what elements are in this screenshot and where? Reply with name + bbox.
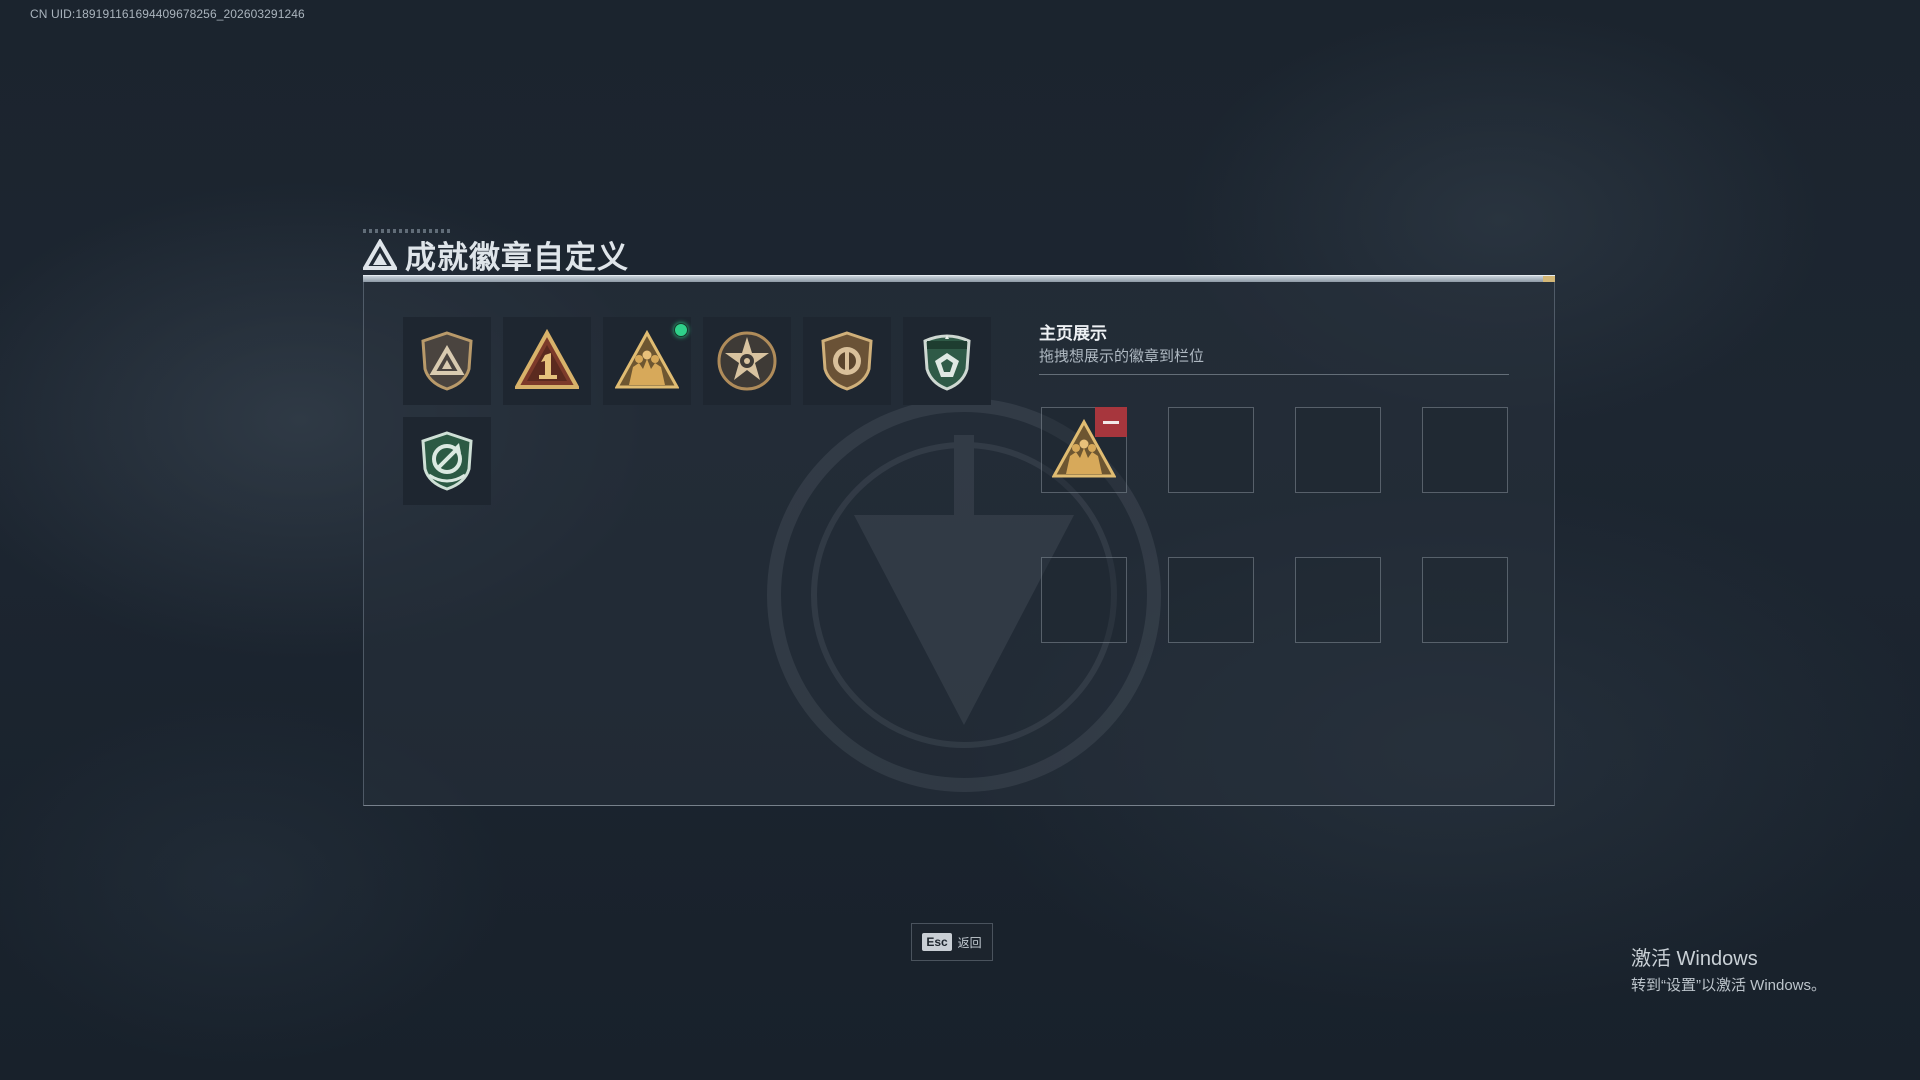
- badge-item[interactable]: [903, 317, 991, 405]
- activation-title: 激活 Windows: [1631, 948, 1758, 970]
- owned-badges-grid: [403, 317, 991, 505]
- showcase-slot-3[interactable]: [1295, 407, 1381, 493]
- panel-top-bar: [363, 275, 1555, 282]
- badge-item[interactable]: [603, 317, 691, 405]
- showcase-slot-4[interactable]: [1422, 407, 1508, 493]
- page-header: 成就徽章自定义: [363, 232, 629, 277]
- back-button[interactable]: Esc 返回: [911, 923, 993, 961]
- uid-label: CN UID:189191161694409678256_20260329124…: [30, 7, 305, 21]
- badge-customization-panel: 主页展示 拖拽想展示的徽章到栏位: [363, 275, 1555, 806]
- badge-item[interactable]: [503, 317, 591, 405]
- showcase-slots-grid: [1041, 407, 1508, 643]
- esc-key-icon: Esc: [922, 933, 952, 951]
- squad-triangle-badge-icon: [615, 329, 679, 389]
- back-label: 返回: [957, 935, 982, 950]
- badge-item[interactable]: [403, 317, 491, 405]
- triangle-shield-badge-icon: [421, 331, 473, 391]
- remove-badge-button[interactable]: [1095, 407, 1127, 437]
- green-cycle-shield-badge-icon: [421, 431, 473, 491]
- badge-item[interactable]: [703, 317, 791, 405]
- divider: [1039, 374, 1509, 375]
- selected-indicator: [674, 323, 688, 337]
- green-crest-badge-icon: [923, 334, 971, 391]
- showcase-subtitle: 拖拽想展示的徽章到栏位: [1039, 347, 1205, 365]
- page-title: 成就徽章自定义: [405, 240, 629, 276]
- badge-item[interactable]: [803, 317, 891, 405]
- showcase-title: 主页展示: [1039, 324, 1107, 344]
- showcase-slot-8[interactable]: [1422, 557, 1508, 643]
- showcase-slot-6[interactable]: [1168, 557, 1254, 643]
- showcase-slot-2[interactable]: [1168, 407, 1254, 493]
- showcase-slot-7[interactable]: [1295, 557, 1381, 643]
- minus-icon: [1103, 420, 1119, 424]
- rank-one-triangle-badge-icon: [515, 329, 579, 389]
- showcase-slot-5[interactable]: [1041, 557, 1127, 643]
- badge-item[interactable]: [403, 417, 491, 505]
- windows-activation-watermark: 激活 Windows 转到“设置”以激活 Windows。: [1631, 942, 1826, 995]
- activation-subtitle: 转到“设置”以激活 Windows。: [1631, 977, 1827, 994]
- emblem-shield-badge-icon: [821, 331, 873, 391]
- triangle-logo-icon: [363, 238, 397, 270]
- star-medal-badge-icon: [717, 331, 777, 391]
- showcase-slot-1[interactable]: [1041, 407, 1127, 493]
